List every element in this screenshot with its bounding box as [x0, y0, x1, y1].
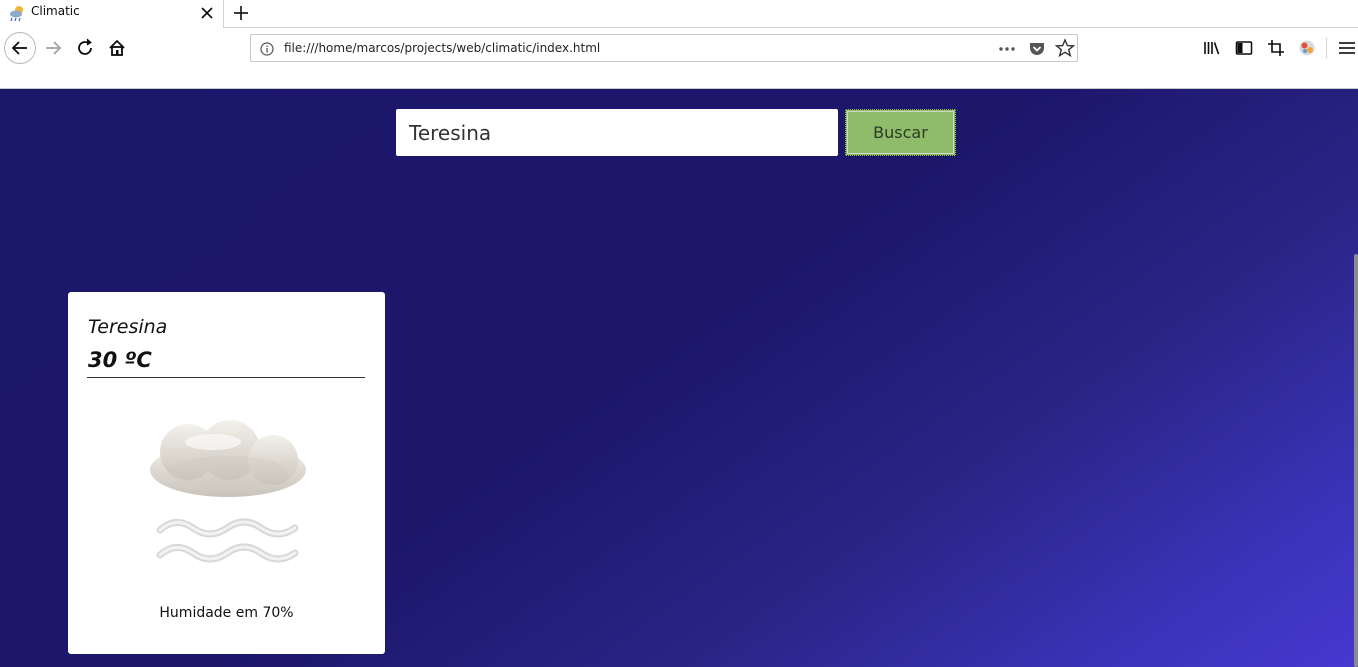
page-top-margin	[0, 68, 1358, 89]
search-button[interactable]: Buscar	[845, 109, 956, 156]
sidebar-icon[interactable]	[1233, 37, 1255, 59]
page-viewport: Buscar Teresina 30 ºC	[0, 89, 1358, 667]
close-icon[interactable]	[197, 3, 217, 23]
toolbar-separator	[1326, 38, 1327, 58]
home-button[interactable]	[102, 33, 132, 63]
back-button[interactable]	[4, 32, 36, 64]
humidity-text: Humidade em 70%	[159, 605, 294, 621]
reload-button[interactable]	[70, 33, 100, 63]
home-icon	[109, 39, 125, 56]
weather-card: Teresina 30 ºC Humidade em 70%	[68, 292, 385, 654]
card-divider	[87, 377, 365, 378]
tab-climatic[interactable]: Climatic	[0, 0, 224, 28]
info-icon[interactable]	[259, 41, 275, 57]
plus-icon[interactable]	[230, 2, 252, 24]
cloud-shape	[150, 420, 306, 497]
weather-app-icon	[10, 6, 23, 22]
pocket-icon[interactable]	[1027, 39, 1047, 59]
arrow-left-icon	[11, 41, 27, 55]
library-icon[interactable]	[1201, 37, 1223, 59]
mist-cloud-icon	[150, 420, 306, 563]
url-bar[interactable]: file:///home/marcos/projects/web/climati…	[250, 34, 1078, 62]
tab-title: Climatic	[31, 4, 80, 18]
tab-strip: Climatic	[0, 0, 1358, 28]
more-dots-icon[interactable]	[997, 39, 1017, 59]
url-text[interactable]: file:///home/marcos/projects/web/climati…	[284, 41, 600, 55]
navigation-toolbar: file:///home/marcos/projects/web/climati…	[0, 28, 1358, 68]
extension-icon[interactable]	[1296, 37, 1318, 59]
reload-icon	[78, 38, 92, 55]
city-search-input[interactable]	[396, 109, 838, 156]
city-name: Teresina	[88, 316, 168, 338]
mist-waves	[156, 518, 299, 563]
hamburger-menu-icon[interactable]	[1336, 37, 1358, 59]
forward-button[interactable]	[38, 33, 68, 63]
arrow-right-icon	[46, 41, 62, 55]
scrollbar[interactable]	[1354, 254, 1358, 667]
star-icon[interactable]	[1055, 38, 1075, 58]
temperature: 30 ºC	[88, 348, 152, 372]
crop-icon[interactable]	[1265, 37, 1287, 59]
